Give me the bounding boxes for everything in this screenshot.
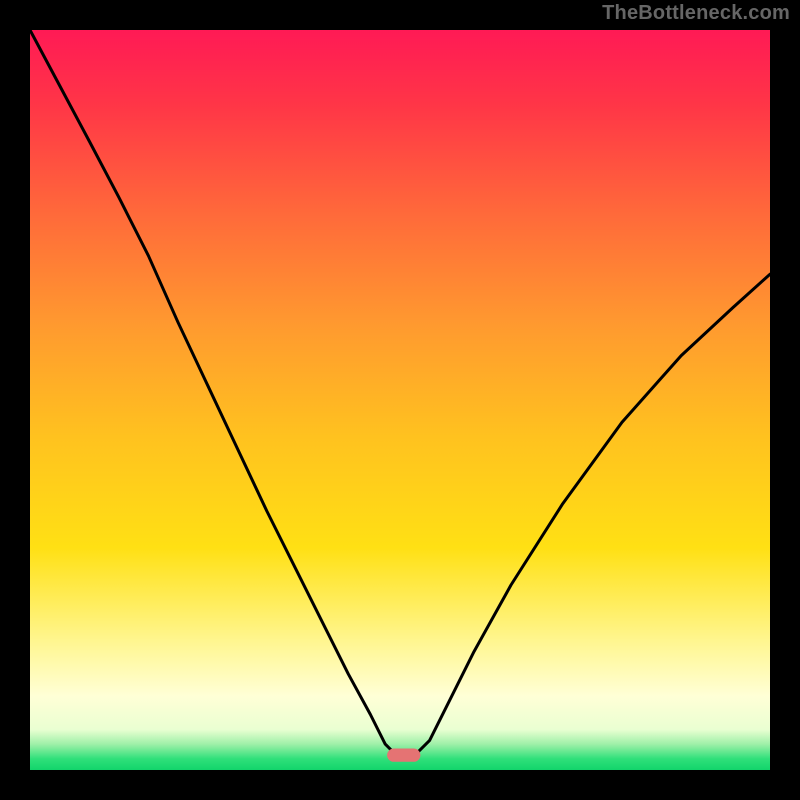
- chart-frame: TheBottleneck.com: [0, 0, 800, 800]
- minimum-marker: [387, 749, 420, 762]
- plot-area: [30, 30, 770, 770]
- gradient-background: [30, 30, 770, 770]
- watermark-text: TheBottleneck.com: [602, 2, 790, 25]
- bottleneck-chart: [30, 30, 770, 770]
